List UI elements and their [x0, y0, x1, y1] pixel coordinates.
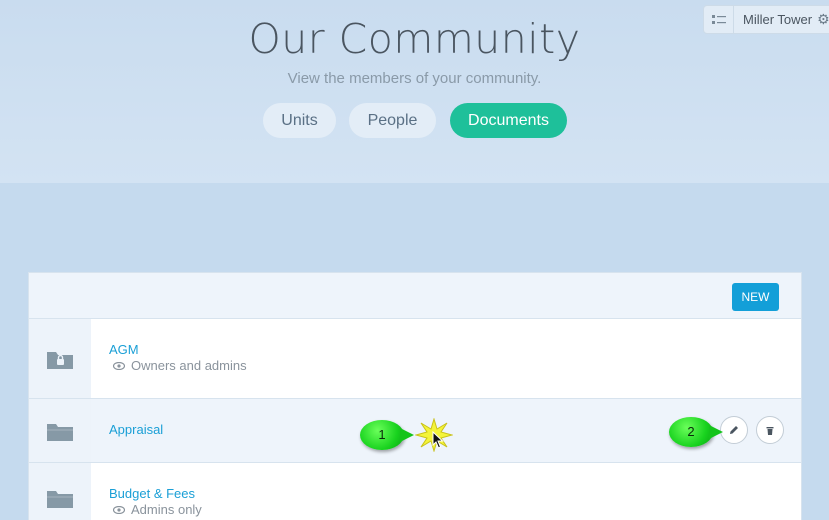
documents-toolbar: NEW: [29, 273, 801, 319]
folder-icon: [47, 423, 73, 441]
eye-icon: [112, 358, 126, 373]
step-callout-1: 1: [360, 420, 414, 450]
document-row[interactable]: AGM Owners and admins: [29, 319, 801, 399]
tab-units[interactable]: Units: [263, 103, 336, 138]
document-row[interactable]: Budget & Fees Admins only: [29, 463, 801, 520]
visibility-label: Admins only: [131, 502, 202, 517]
step-callout-2: 2: [669, 417, 723, 447]
document-visibility: Owners and admins: [112, 358, 247, 373]
tab-bar: Units People Documents: [0, 103, 829, 138]
tab-documents[interactable]: Documents: [450, 103, 567, 138]
delete-button[interactable]: [756, 416, 784, 444]
trash-icon: [766, 427, 774, 435]
document-visibility: Admins only: [112, 502, 202, 517]
locked-folder-icon: [47, 351, 73, 369]
gear-icon[interactable]: ⚙: [817, 11, 829, 28]
page-subtitle: View the members of your community.: [287, 70, 542, 87]
new-document-button[interactable]: NEW: [732, 283, 779, 311]
list-icon: [711, 14, 726, 24]
list-toggle-button[interactable]: [704, 6, 734, 33]
visibility-label: Owners and admins: [131, 358, 247, 373]
document-name[interactable]: Appraisal: [109, 422, 163, 437]
tab-people[interactable]: People: [349, 103, 436, 138]
document-name[interactable]: Budget & Fees: [109, 486, 195, 501]
community-switcher[interactable]: Miller Tower ⚙: [703, 5, 829, 34]
edit-button[interactable]: [720, 416, 748, 444]
folder-cell: [29, 319, 91, 398]
eye-icon: [112, 502, 126, 517]
community-name: Miller Tower: [743, 12, 813, 27]
folder-icon: [47, 491, 73, 508]
cursor-icon: [432, 431, 444, 449]
pencil-icon: [730, 426, 738, 434]
folder-cell: [29, 399, 91, 462]
document-name[interactable]: AGM: [109, 342, 139, 357]
documents-panel: NEW AGM Owners and admins Appraisal Budg…: [28, 272, 802, 520]
folder-cell: [29, 463, 91, 520]
